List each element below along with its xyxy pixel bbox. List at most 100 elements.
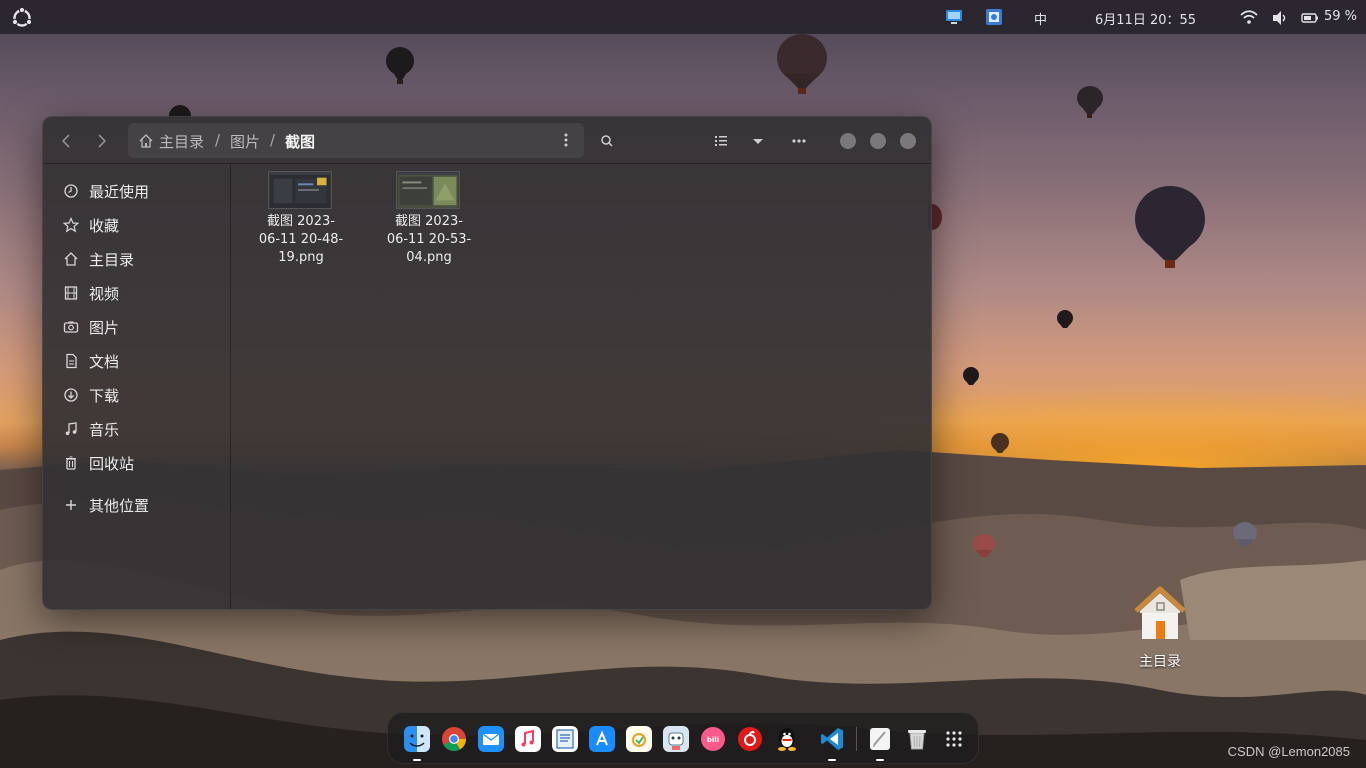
running-indicator <box>876 759 884 761</box>
input-method-indicator[interactable]: 中 <box>1034 9 1047 28</box>
hot-air-balloon <box>991 433 1009 453</box>
list-icon <box>715 136 727 146</box>
finder-app-icon[interactable] <box>404 726 430 752</box>
hot-air-balloon <box>1233 522 1257 547</box>
film-icon <box>64 286 78 300</box>
sidebar-item-videos[interactable]: 视频 <box>43 278 231 308</box>
sidebar-item-other-locations[interactable]: 其他位置 <box>43 490 231 520</box>
download-icon <box>64 388 78 402</box>
qq-app-icon[interactable] <box>774 726 800 752</box>
sidebar-item-trash[interactable]: 回收站 <box>43 448 231 478</box>
desktop-home-folder[interactable]: 主目录 <box>1122 583 1198 673</box>
wifi-icon[interactable] <box>1240 9 1258 27</box>
sidebar-item-documents[interactable]: 文档 <box>43 346 231 376</box>
file-thumbnail <box>268 171 332 209</box>
search-button[interactable] <box>595 129 619 153</box>
more-menu-button[interactable] <box>787 129 811 153</box>
view-options-button[interactable] <box>746 129 770 153</box>
hot-air-balloon <box>1135 186 1205 268</box>
file-name-line: 06-11 20-53- <box>386 232 472 247</box>
clock-icon <box>64 184 78 198</box>
hot-air-balloon <box>386 47 414 84</box>
file-name: 截图 2023- 06-11 20-48- 19.png <box>246 213 356 267</box>
minimize-button[interactable] <box>840 133 856 149</box>
list-view-button[interactable] <box>709 129 733 153</box>
bilibili-app-icon[interactable]: bili <box>700 726 726 752</box>
app-store-icon[interactable] <box>589 726 615 752</box>
file-name: 截图 2023- 06-11 20-53- 04.png <box>374 213 484 267</box>
text-editor-app-icon[interactable] <box>552 726 578 752</box>
chrome-app-icon[interactable] <box>441 726 467 752</box>
top-panel: 中 6月11日 20：55 59 % <box>0 0 1366 34</box>
home-icon <box>64 252 78 266</box>
mail-app-icon[interactable] <box>478 726 504 752</box>
battery-icon[interactable] <box>1301 9 1319 27</box>
file-name-line: 04.png <box>406 250 452 265</box>
app-grid-icon[interactable] <box>941 726 967 752</box>
file-item[interactable]: 截图 2023- 06-11 20-53- 04.png <box>374 171 484 271</box>
trash-icon <box>66 456 76 470</box>
remote-desktop-icon[interactable] <box>945 8 963 26</box>
battery-percentage[interactable]: 59 % <box>1324 9 1357 24</box>
file-name-line: 截图 2023- <box>395 214 463 229</box>
search-icon <box>601 135 613 147</box>
breadcrumb-home[interactable]: 主目录 <box>159 131 204 152</box>
sidebar-item-recent[interactable]: 最近使用 <box>43 176 231 206</box>
chevron-right-icon <box>98 134 107 148</box>
sidebar-item-label: 主目录 <box>89 251 135 269</box>
sidebar-item-label: 最近使用 <box>89 183 150 201</box>
breadcrumb-separator: / <box>215 131 221 149</box>
camera-icon <box>63 321 79 333</box>
sidebar-item-label: 图片 <box>89 319 120 337</box>
volume-icon[interactable] <box>1271 9 1289 27</box>
sidebar-item-label: 下载 <box>89 387 120 405</box>
music-app-icon[interactable] <box>515 726 541 752</box>
breadcrumb-separator: / <box>270 131 276 149</box>
sidebar-item-home[interactable]: 主目录 <box>43 244 231 274</box>
sidebar-item-downloads[interactable]: 下载 <box>43 380 231 410</box>
plus-icon <box>66 500 76 510</box>
hot-air-balloon <box>973 534 995 557</box>
close-button[interactable] <box>900 133 916 149</box>
home-icon <box>139 134 153 148</box>
watermark-text: CSDN @Lemon2085 <box>1227 744 1350 759</box>
notepad-app-icon[interactable] <box>867 726 893 752</box>
running-indicator <box>828 759 836 761</box>
document-icon <box>66 353 77 369</box>
maximize-button[interactable] <box>870 133 886 149</box>
clock[interactable]: 6月11日 20：55 <box>1095 9 1196 28</box>
sidebar-item-music[interactable]: 音乐 <box>43 414 231 444</box>
breadcrumb-screenshots[interactable]: 截图 <box>285 131 315 152</box>
dock-separator <box>856 727 857 751</box>
file-item[interactable]: 截图 2023- 06-11 20-48- 19.png <box>246 171 356 271</box>
trash-app-icon[interactable] <box>904 726 930 752</box>
file-name-line: 06-11 20-48- <box>258 232 344 247</box>
path-menu-button[interactable] <box>556 129 576 151</box>
notes-app-icon[interactable] <box>626 726 652 752</box>
star-icon <box>63 217 79 233</box>
sidebar-item-label: 收藏 <box>89 217 120 235</box>
file-name-line: 19.png <box>278 250 324 265</box>
header-bar: 主目录 / 图片 / 截图 <box>43 117 931 164</box>
running-indicator <box>413 759 421 761</box>
ubuntu-logo-icon[interactable] <box>11 7 33 29</box>
sidebar-item-label: 其他位置 <box>89 497 150 515</box>
file-view: 截图 2023- 06-11 20-48- 19.png 截图 2023- 06… <box>232 164 931 609</box>
file-thumbnail <box>396 171 460 209</box>
file-name-line: 截图 2023- <box>267 214 335 229</box>
more-dots-icon <box>792 139 806 143</box>
sidebar-item-label: 视频 <box>89 285 120 303</box>
dock: bili <box>387 712 979 764</box>
sidebar-item-starred[interactable]: 收藏 <box>43 210 231 240</box>
forward-button[interactable] <box>89 129 113 153</box>
hot-air-balloon <box>1057 310 1073 328</box>
screenshot-tool-icon[interactable] <box>985 8 1003 26</box>
netease-music-app-icon[interactable] <box>737 726 763 752</box>
qq-robot-app-icon[interactable] <box>663 726 689 752</box>
back-button[interactable] <box>55 129 79 153</box>
home-folder-icon <box>1134 586 1186 639</box>
breadcrumb-pictures[interactable]: 图片 <box>230 131 260 152</box>
sidebar-item-label: 回收站 <box>89 455 135 473</box>
sidebar-item-pictures[interactable]: 图片 <box>43 312 231 342</box>
vscode-app-icon[interactable] <box>819 726 845 752</box>
